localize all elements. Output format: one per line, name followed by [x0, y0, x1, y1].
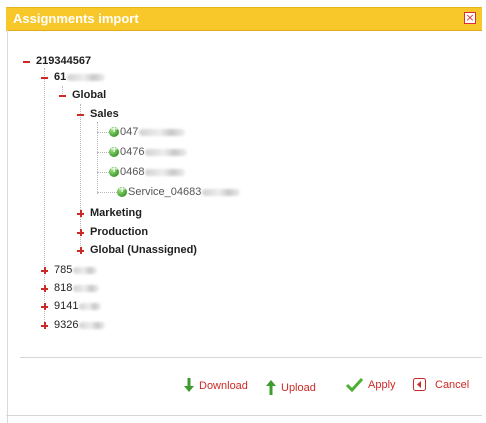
upload-arrow-icon — [266, 380, 276, 395]
download-arrow-icon — [184, 378, 194, 392]
redacted-text — [79, 302, 102, 310]
expand-icon[interactable] — [76, 209, 85, 218]
tree-connector — [97, 152, 109, 153]
tree-leaf-item[interactable]: 0476 — [109, 144, 188, 160]
collapse-icon[interactable] — [58, 91, 67, 100]
divider — [6, 415, 482, 416]
collapse-icon[interactable] — [22, 57, 31, 66]
expand-icon[interactable] — [76, 246, 85, 255]
tree-node-label: 785 — [54, 264, 73, 276]
cancel-back-icon — [413, 378, 426, 391]
tree-node-label: 61 — [54, 71, 67, 83]
cancel-button[interactable]: Cancel — [413, 378, 469, 391]
tree-node-label: 047 — [120, 126, 139, 138]
apply-button[interactable]: Apply — [346, 378, 396, 392]
collapse-icon[interactable] — [76, 110, 85, 119]
tree-node-label: 818 — [54, 282, 73, 294]
tree-node-label: Sales — [90, 108, 119, 120]
tree-connector — [97, 132, 109, 133]
tree-node-marketing[interactable]: Marketing — [76, 205, 142, 221]
tree-node-label: 9326 — [54, 319, 79, 331]
tree-node-label: Global — [72, 89, 107, 101]
tree-node-account[interactable]: 785 — [40, 262, 98, 278]
redacted-text — [73, 284, 100, 292]
add-circle-icon — [109, 124, 119, 137]
download-label: Download — [199, 379, 248, 392]
tree-leaf-item[interactable]: 047 — [109, 124, 186, 140]
download-button[interactable]: Download — [184, 378, 248, 393]
tree-leaf-item[interactable]: 0468 — [109, 164, 186, 180]
cancel-label: Cancel — [435, 378, 470, 391]
tree-node-label: 0476 — [120, 146, 145, 158]
tree-node-label: Production — [90, 226, 149, 238]
tree-node-account[interactable]: 818 — [40, 280, 100, 296]
checkmark-icon — [346, 378, 363, 392]
tree-connector — [97, 192, 117, 193]
redacted-text — [145, 148, 188, 156]
redacted-text — [79, 321, 106, 329]
tree-node-root[interactable]: 219344567 — [22, 53, 91, 69]
dialog-title: Assignments import — [13, 11, 139, 26]
tree-node-account[interactable]: 61 — [40, 69, 106, 85]
dialog-titlebar: Assignments import × — [6, 7, 482, 31]
redacted-text — [202, 188, 241, 196]
redacted-text — [73, 266, 98, 274]
tree-node-account[interactable]: 9141 — [40, 298, 102, 314]
assignments-import-dialog: Assignments import × 219344567 61 Global — [0, 0, 486, 423]
tree-node-sales[interactable]: Sales — [76, 106, 119, 122]
add-circle-icon — [109, 144, 119, 157]
tree-node-global-unassigned[interactable]: Global (Unassigned) — [76, 242, 197, 258]
expand-icon[interactable] — [40, 302, 49, 311]
tree-leaf-item[interactable]: Service_04683 — [117, 184, 241, 200]
expand-icon[interactable] — [76, 228, 85, 237]
apply-label: Apply — [368, 379, 396, 391]
tree-node-label: Service_04683 — [128, 186, 202, 198]
expand-icon[interactable] — [40, 321, 49, 330]
tree-node-label: Marketing — [90, 207, 142, 219]
redacted-text — [67, 73, 106, 81]
tree-node-global[interactable]: Global — [58, 87, 106, 103]
add-circle-icon — [109, 164, 119, 177]
upload-label: Upload — [281, 381, 316, 394]
tree-node-production[interactable]: Production — [76, 224, 148, 240]
expand-icon[interactable] — [40, 284, 49, 293]
add-circle-icon — [117, 184, 127, 197]
tree-node-label: 9141 — [54, 300, 79, 312]
close-icon[interactable]: × — [464, 12, 476, 24]
tree-node-label: Global (Unassigned) — [90, 244, 197, 256]
expand-icon[interactable] — [40, 266, 49, 275]
tree-node-label: 219344567 — [36, 55, 92, 67]
collapse-icon[interactable] — [40, 73, 49, 82]
divider — [20, 357, 482, 358]
tree-node-label: 0468 — [120, 166, 145, 178]
upload-button[interactable]: Upload — [266, 380, 316, 395]
tree-node-account[interactable]: 9326 — [40, 317, 106, 333]
dialog-left-border — [7, 30, 8, 423]
tree-connector — [97, 172, 109, 173]
redacted-text — [139, 128, 186, 136]
redacted-text — [145, 168, 186, 176]
